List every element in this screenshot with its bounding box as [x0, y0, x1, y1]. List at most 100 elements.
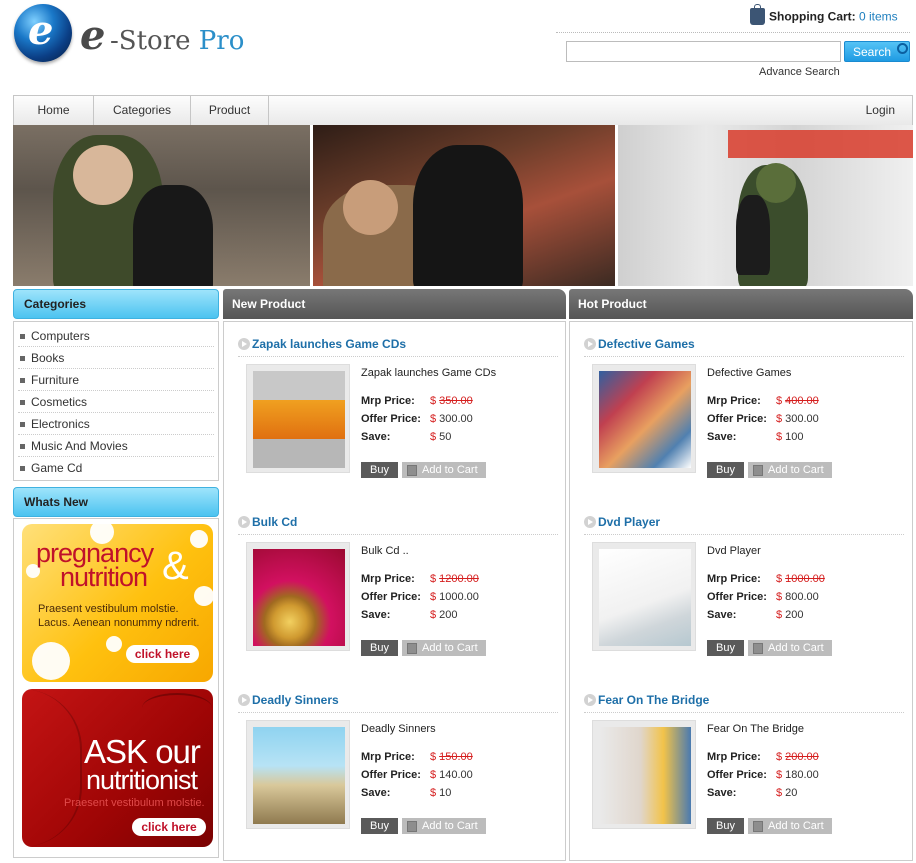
nav-home[interactable]: Home	[14, 96, 94, 125]
add-to-cart-button[interactable]: Add to Cart	[748, 462, 832, 478]
buy-button[interactable]: Buy	[707, 462, 744, 478]
product-title-text: Bulk Cd	[252, 515, 298, 529]
ad-banner-ask-nutritionist[interactable]: ASK our nutritionist Praesent vestibulum…	[22, 689, 213, 847]
nav-product[interactable]: Product	[191, 96, 269, 125]
product-image[interactable]	[592, 364, 696, 473]
nav-login[interactable]: Login	[866, 96, 895, 125]
add-to-cart-button[interactable]: Add to Cart	[748, 818, 832, 834]
product-title-link[interactable]: Bulk Cd	[238, 515, 297, 533]
shopping-bag-icon	[750, 4, 765, 25]
category-label: Furniture	[31, 373, 80, 387]
product-title-link[interactable]: Fear On The Bridge	[584, 693, 709, 711]
save-value: $10	[430, 787, 452, 799]
buy-button[interactable]: Buy	[361, 640, 398, 656]
product-card: Fear On The Bridge Fear On The Bridge Mrp …	[576, 693, 906, 863]
product-image[interactable]	[246, 364, 350, 473]
bullet-icon	[20, 466, 25, 471]
category-item-computers[interactable]: Computers	[18, 325, 214, 347]
product-title-text: Fear On The Bridge	[598, 693, 710, 707]
product-divider	[584, 712, 904, 713]
product-title-link[interactable]: Zapak launches Game CDs	[238, 337, 406, 355]
add-to-cart-label: Add to Cart	[422, 642, 478, 654]
add-to-cart-button[interactable]: Add to Cart	[402, 640, 486, 656]
product-title-link[interactable]: Defective Games	[584, 337, 695, 355]
buy-button[interactable]: Buy	[707, 818, 744, 834]
ad2-click-here-button[interactable]: click here	[132, 818, 206, 836]
product-image[interactable]	[592, 720, 696, 829]
product-image[interactable]	[592, 542, 696, 651]
product-card: Zapak launches Game CDs Zapak launches Ga…	[230, 337, 560, 507]
buy-button[interactable]: Buy	[361, 462, 398, 478]
product-thumbnail	[599, 371, 691, 468]
product-thumbnail	[253, 371, 345, 468]
offer-price-label: Offer Price:	[361, 413, 421, 425]
search-input[interactable]	[566, 41, 841, 62]
shopping-bag-icon	[753, 821, 763, 832]
advance-search-link[interactable]: Advance Search	[759, 66, 840, 78]
category-label: Music And Movies	[31, 439, 128, 453]
categories-header: Categories	[13, 289, 219, 319]
category-item-cosmetics[interactable]: Cosmetics	[18, 391, 214, 413]
cart-label: Shopping Cart:	[769, 9, 856, 24]
shopping-bag-icon	[407, 821, 417, 832]
bullet-icon	[20, 422, 25, 427]
add-to-cart-label: Add to Cart	[768, 642, 824, 654]
save-label: Save:	[361, 431, 391, 443]
offer-price-label: Offer Price:	[707, 413, 767, 425]
save-value: $200	[776, 609, 804, 621]
mrp-price-label: Mrp Price:	[361, 395, 415, 407]
buy-button[interactable]: Buy	[707, 640, 744, 656]
product-title-link[interactable]: Dvd Player	[584, 515, 660, 533]
product-divider	[584, 534, 904, 535]
offer-price-value: $140.00	[430, 769, 473, 781]
save-label: Save:	[707, 609, 737, 621]
product-title-text: Deadly Sinners	[252, 693, 339, 707]
ad1-body-1: Praesent vestibulum molstie.	[38, 603, 179, 615]
category-item-furniture[interactable]: Furniture	[18, 369, 214, 391]
product-card: Defective Games Defective Games Mrp Price:…	[576, 337, 906, 507]
add-to-cart-button[interactable]: Add to Cart	[402, 462, 486, 478]
product-card: Bulk Cd Bulk Cd .. Mrp Price: $1200.00 Offer…	[230, 515, 560, 685]
product-name: Defective Games	[707, 367, 792, 379]
ad1-click-here-button[interactable]: click here	[126, 645, 199, 663]
ad-banner-pregnancy-nutrition[interactable]: pregnancy & nutrition Praesent vestibulu…	[22, 524, 213, 682]
nav-categories[interactable]: Categories	[94, 96, 191, 125]
save-label: Save:	[707, 787, 737, 799]
product-divider	[238, 712, 558, 713]
offer-price-value: $1000.00	[430, 591, 479, 603]
category-item-electronics[interactable]: Electronics	[18, 413, 214, 435]
product-image[interactable]	[246, 720, 350, 829]
category-item-music-and-movies[interactable]: Music And Movies	[18, 435, 214, 457]
ad1-body-2: Lacus. Aenean nonummy ndrerit.	[38, 617, 200, 629]
category-item-books[interactable]: Books	[18, 347, 214, 369]
mrp-price-label: Mrp Price:	[707, 751, 761, 763]
add-to-cart-button[interactable]: Add to Cart	[402, 818, 486, 834]
save-value: $20	[776, 787, 798, 799]
save-value: $100	[776, 431, 804, 443]
category-label: Books	[31, 351, 65, 365]
categories-list: Computers Books Furniture Cosmetics Elec…	[13, 321, 219, 481]
product-thumbnail	[253, 727, 345, 824]
shopping-cart[interactable]: Shopping Cart: 0 items	[750, 4, 898, 28]
ad2-headline-b: nutritionist	[86, 765, 198, 795]
offer-price-label: Offer Price:	[361, 591, 421, 603]
cart-count-link[interactable]: 0 items	[859, 10, 898, 24]
buy-button[interactable]: Buy	[361, 818, 398, 834]
site-logo[interactable]: e e -Store Pro	[14, 4, 254, 64]
product-title-text: Dvd Player	[598, 515, 661, 529]
category-label: Cosmetics	[31, 395, 88, 409]
category-item-game-cd[interactable]: Game Cd	[18, 457, 214, 479]
add-to-cart-label: Add to Cart	[768, 464, 824, 476]
product-image[interactable]	[246, 542, 350, 651]
product-name: Dvd Player	[707, 545, 761, 557]
mrp-price-value: $400.00	[776, 395, 819, 407]
search-button-label: Search	[853, 44, 892, 59]
add-to-cart-button[interactable]: Add to Cart	[748, 640, 832, 656]
mrp-price-value: $1200.00	[430, 573, 479, 585]
search-button[interactable]: Search	[844, 41, 910, 62]
product-title-link[interactable]: Deadly Sinners	[238, 693, 339, 711]
offer-price-label: Offer Price:	[707, 769, 767, 781]
ad1-headline-b: nutrition	[60, 562, 148, 592]
logo-wordmark: -Store Pro	[110, 26, 244, 56]
arrow-bullet-icon	[584, 338, 596, 350]
